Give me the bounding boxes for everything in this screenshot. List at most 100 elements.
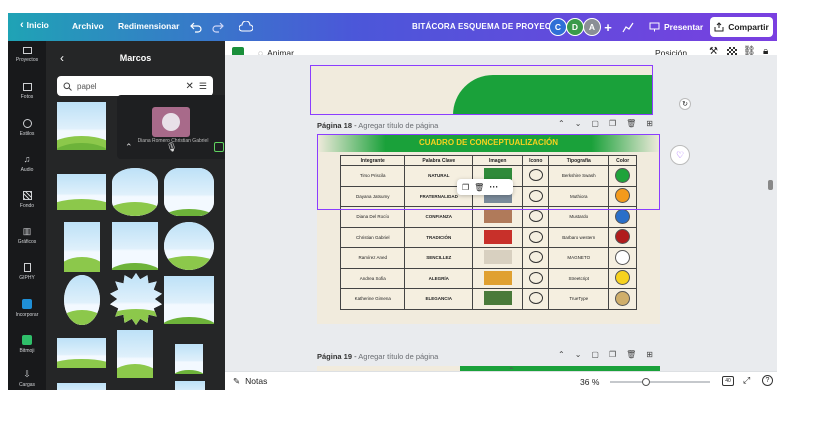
page-19-add-title[interactable]: Agregar título de página [358,352,438,361]
vertical-scrollbar[interactable] [768,65,773,365]
add-page-icon[interactable]: ⊞ [646,350,653,359]
document-title[interactable]: BITÁCORA ESQUEMA DE PROYECTO [412,22,562,31]
rail-item-giphy[interactable]: GIPHY [8,263,46,281]
canva-editor: ‹ Inicio Archivo Redimensionar BITÁCORA … [8,13,777,390]
page-19-tools: ⌃ ⌄ ▢ ❐ 🗑︎ ⊞ [558,350,653,359]
avatar-c[interactable]: C [549,18,567,36]
scrollbar-thumb[interactable] [768,180,773,190]
frame-thumbnail[interactable] [164,222,214,270]
clear-icon[interactable]: ✕ [186,81,194,92]
expand-icon[interactable] [214,142,224,152]
analytics-icon[interactable] [620,19,636,35]
frame-thumbnail[interactable] [110,273,162,325]
file-menu-button[interactable]: Archivo [66,21,110,31]
frame-thumbnail[interactable] [112,168,158,216]
page-count-badge[interactable]: 40 [722,376,734,386]
duplicate-icon[interactable]: ❐ [609,119,616,128]
help-icon[interactable]: ? [762,375,773,386]
concept-icon [528,271,543,284]
page-18-add-title[interactable]: Agregar título de página [358,121,438,130]
comment-add-icon[interactable]: ♡ [670,145,690,165]
chevron-down-icon[interactable]: ⌄ [575,350,582,359]
frame-thumbnail[interactable] [112,222,158,270]
panel-title: Marcos [119,53,152,63]
trash-icon[interactable]: 🗑︎ [474,183,484,192]
rail-item-bitmoji[interactable]: Bitmoji [8,335,46,354]
home-button[interactable]: ‹ Inicio [14,19,55,31]
present-icon [649,22,660,32]
zoom-slider[interactable] [610,378,710,386]
frame-thumbnail[interactable] [164,276,214,324]
concept-icon [528,230,543,243]
frame-thumbnail[interactable] [57,338,106,368]
share-label: Compartir [728,22,769,32]
add-page-icon[interactable]: ⊞ [646,119,653,128]
zoom-slider-knob[interactable] [642,378,650,386]
frame-thumbnail[interactable] [175,381,205,390]
table-row: Ramírez Aned SENCILLEZ MAGNETO [339,247,637,269]
color-dot [615,208,631,224]
microphone-icon[interactable]: 🎙 [166,142,177,153]
more-icon[interactable]: ··· [489,182,498,192]
search-bar: papel ✕ ☰ [57,76,213,96]
frame-thumbnail[interactable] [64,275,100,325]
chevron-up-icon[interactable]: ⌃ [508,366,515,375]
redo-icon[interactable] [210,19,226,35]
fullscreen-icon[interactable]: ⤢ [743,375,750,386]
search-input[interactable]: papel [77,82,181,91]
rail-item-charts[interactable]: ▥ Gráficos [8,227,46,246]
frame-thumbnail[interactable] [57,102,106,150]
frame-thumbnail[interactable] [64,222,100,272]
filter-icon[interactable]: ☰ [199,81,207,92]
trash-icon[interactable]: 🗑︎ [626,119,636,128]
concept-image [483,270,512,285]
add-collaborator-icon[interactable]: + [600,19,616,35]
color-cell [608,288,637,310]
concept-image [483,291,512,306]
lock-icon[interactable]: ▢ [591,350,599,359]
chevron-up-icon[interactable]: ⌃ [125,142,133,153]
concept-icon [528,292,543,305]
element-selection-outline [317,134,660,210]
copy-icon[interactable]: ❐ [462,183,469,192]
frame-thumbnail[interactable] [57,383,106,390]
rail-item-styles[interactable]: Estilos [8,119,46,137]
frame-thumbnail[interactable] [164,168,214,216]
trash-icon[interactable]: 🗑︎ [626,350,636,359]
frame-thumbnail[interactable] [175,344,203,374]
chevron-up-icon[interactable]: ⌃ [558,119,565,128]
lock-icon[interactable]: ▢ [591,119,599,128]
rail-item-embed[interactable]: Incorporar [8,299,46,318]
avatar-a[interactable]: A [583,18,601,36]
chevron-up-icon[interactable]: ⌃ [558,350,565,359]
rail-item-uploads[interactable]: ⇩ Cargas [8,370,46,389]
resize-button[interactable]: Redimensionar [112,21,185,31]
duplicate-icon[interactable]: ❐ [609,350,616,359]
zoom-level[interactable]: 36 % [580,377,599,387]
rail-item-background[interactable]: Fondo [8,191,46,209]
music-icon: ♫ [23,154,31,164]
keyword-cell: SENCILLEZ [404,247,474,269]
bottom-bar: ✎ Notas ⌃ 36 % 40 ⤢ ? [225,366,777,390]
rail-item-photos[interactable]: Fotos [8,83,46,100]
avatar-d[interactable]: D [566,18,584,36]
typography-cell: TrueType [548,288,610,310]
page-19-label: Página 19 - Agregar título de página [317,352,439,361]
present-button[interactable]: Presentar [641,17,711,37]
member-cell: Katherine Gimena [339,288,406,310]
cloud-save-icon[interactable] [238,19,254,35]
refresh-icon[interactable]: ↻ [679,98,691,110]
chevron-down-icon[interactable]: ⌄ [575,119,582,128]
bitmoji-icon [22,335,32,345]
concept-image [483,229,512,244]
undo-icon[interactable] [188,19,204,35]
rail-item-projects[interactable]: Proyectos [8,47,46,63]
member-cell: Andrea Sofia [339,267,406,289]
image-cell [472,247,524,269]
notes-button[interactable]: ✎ Notas [233,376,267,387]
frame-thumbnail[interactable] [57,174,106,210]
share-button[interactable]: Compartir [710,17,773,37]
rail-item-audio[interactable]: ♫ Audio [8,154,46,174]
frame-thumbnail[interactable] [117,330,153,378]
member-cell: Ramírez Aned [339,247,406,269]
